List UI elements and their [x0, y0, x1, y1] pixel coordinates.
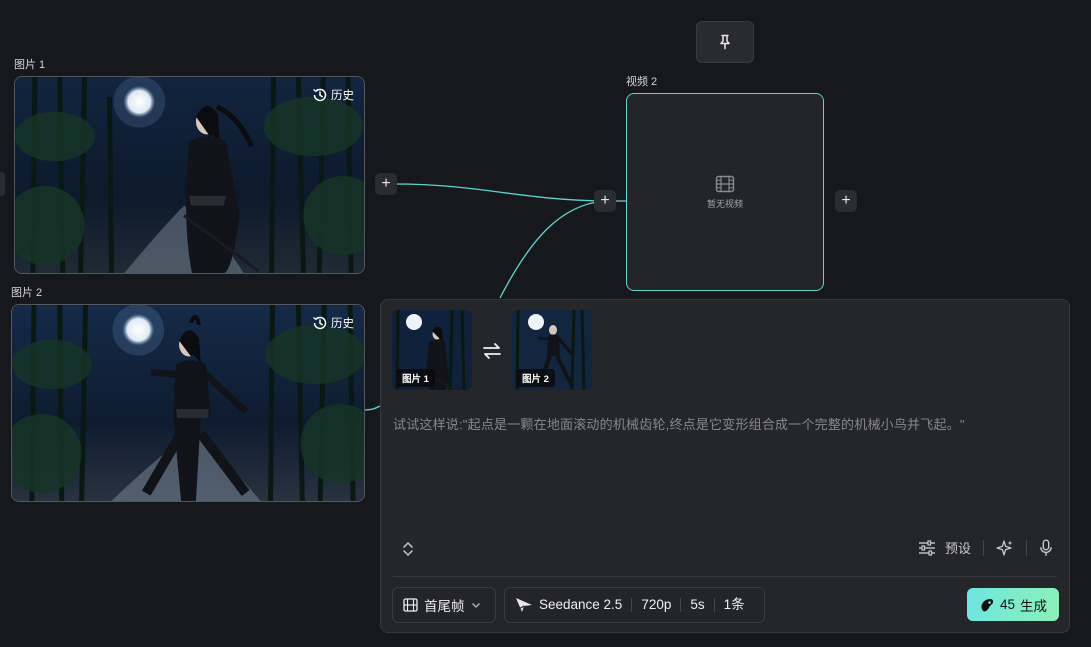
image-1-picture	[15, 77, 364, 273]
pin-button[interactable]	[696, 21, 754, 63]
history-icon	[313, 316, 327, 330]
reference-thumb-2[interactable]: 图片 2	[512, 310, 592, 390]
film-icon	[403, 598, 418, 612]
video-2-add-output-button[interactable]: +	[835, 190, 857, 212]
video-node-2-label: 视频 2	[626, 76, 658, 88]
image-node-1-label: 图片 1	[14, 59, 46, 71]
prompt-input[interactable]: 试试这样说:"起点是一颗在地面滚动的机械齿轮,终点是它变形组合成一个完整的机械小…	[393, 414, 1059, 433]
preset-label: 预设	[944, 541, 971, 556]
tool-separator	[983, 539, 984, 556]
sliders-icon	[918, 539, 935, 556]
video-2-add-input-button[interactable]: +	[594, 190, 616, 212]
credit-icon	[981, 598, 994, 611]
workflow-canvas[interactable]: 图片 1 历史 图片 2 历史 + + + 视频 2 暂无视频 图片 1 图片 …	[0, 0, 1091, 647]
video-node-2[interactable]: 暂无视频	[626, 93, 824, 291]
panel-divider	[393, 576, 1057, 577]
model-settings-dropdown[interactable]: Seedance 2.5 720p 5s 1条	[504, 587, 765, 623]
chevron-down-icon	[471, 603, 480, 608]
generate-cost: 45	[999, 597, 1016, 612]
preset-button[interactable]: 预设	[918, 538, 971, 557]
generate-label: 生成	[1020, 598, 1048, 614]
image-node-2-label: 图片 2	[11, 287, 43, 299]
sparkle-icon[interactable]	[996, 539, 1014, 557]
image-2-history-button[interactable]: 历史	[312, 315, 354, 331]
film-icon	[715, 175, 735, 192]
model-count: 1条	[713, 598, 754, 612]
generation-panel: 图片 1 图片 2 试试这样说:"起点是一颗在地面滚动的机械齿轮,终点是它变形组…	[380, 299, 1070, 633]
model-duration: 5s	[680, 598, 713, 612]
image-node-1[interactable]: 历史	[14, 76, 365, 274]
seedance-logo-icon	[516, 598, 532, 612]
image-2-history-label: 历史	[331, 318, 354, 330]
video-empty-text: 暂无视频	[706, 198, 743, 209]
reference-thumb-2-tag: 图片 2	[516, 369, 555, 387]
plus-icon: +	[381, 175, 391, 192]
model-name: Seedance 2.5	[539, 597, 623, 612]
reference-thumb-1[interactable]: 图片 1	[392, 310, 472, 390]
history-icon	[313, 88, 327, 102]
image-1-add-output-button[interactable]: +	[375, 173, 397, 195]
prompt-tools: 预设	[918, 538, 1053, 557]
image-2-picture	[12, 305, 364, 501]
reference-thumb-1-tag: 图片 1	[396, 369, 435, 387]
pin-icon	[720, 34, 730, 50]
microphone-icon[interactable]	[1039, 539, 1053, 557]
plus-icon: +	[600, 192, 610, 209]
swap-icon[interactable]	[482, 342, 502, 360]
model-resolution: 720p	[631, 598, 680, 612]
mode-label: 首尾帧	[424, 599, 465, 614]
left-edge-handle[interactable]	[0, 172, 5, 196]
image-1-history-label: 历史	[331, 90, 354, 102]
plus-icon: +	[841, 192, 851, 209]
mode-dropdown[interactable]: 首尾帧	[392, 587, 496, 623]
tool-separator	[1026, 539, 1027, 556]
image-node-2[interactable]: 历史	[11, 304, 365, 502]
generate-button[interactable]: 45 生成	[967, 588, 1059, 621]
expand-icon[interactable]	[401, 540, 415, 558]
image-1-history-button[interactable]: 历史	[312, 87, 354, 103]
